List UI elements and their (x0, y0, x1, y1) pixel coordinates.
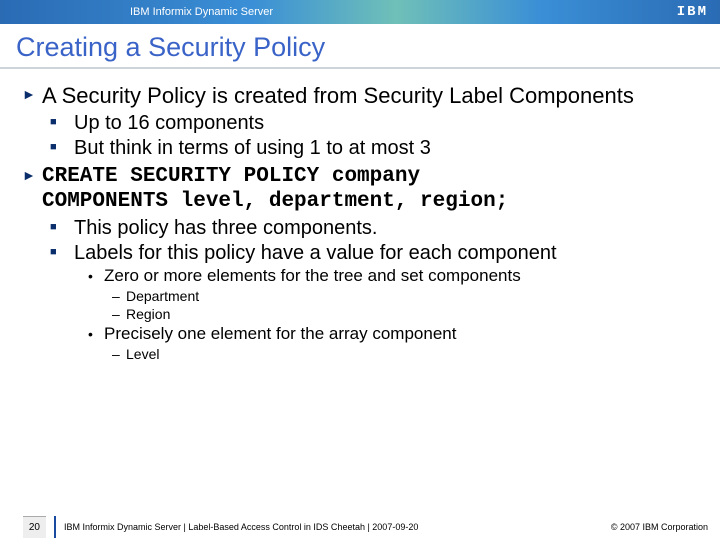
bullet-1-subs: ■ Up to 16 components ■ But think in ter… (50, 111, 698, 160)
dash-group-1: – Department – Region (112, 287, 698, 323)
product-name: IBM Informix Dynamic Server (130, 6, 273, 18)
sub-4: ■ Labels for this policy have a value fo… (50, 241, 698, 265)
bullet-2-code: CREATE SECURITY POLICY company COMPONENT… (42, 164, 508, 214)
square-icon: ■ (50, 216, 74, 240)
square-icon: ■ (50, 241, 74, 265)
bullet-icon: • (88, 324, 104, 344)
sub-4-text: Labels for this policy have a value for … (74, 241, 557, 265)
footer-divider (54, 516, 56, 538)
footer-copyright: © 2007 IBM Corporation (611, 522, 720, 532)
dash-2: – Region (112, 305, 698, 323)
page-title: Creating a Security Policy (16, 32, 704, 63)
square-icon: ■ (50, 136, 74, 160)
dash-icon: – (112, 305, 126, 323)
footer: 20 IBM Informix Dynamic Server | Label-B… (0, 514, 720, 540)
bullet-icon: • (88, 266, 104, 286)
sub-2: ■ But think in terms of using 1 to at mo… (50, 136, 698, 160)
dot-group-2: • Precisely one element for the array co… (88, 324, 698, 344)
dot-1: • Zero or more elements for the tree and… (88, 266, 698, 286)
dash-3: – Level (112, 345, 698, 363)
arrow-icon: ► (22, 164, 42, 214)
dash-group-2: – Level (112, 345, 698, 363)
dot-2: • Precisely one element for the array co… (88, 324, 698, 344)
sub-3: ■ This policy has three components. (50, 216, 698, 240)
ibm-logo: IBM (677, 4, 708, 20)
dash-1-text: Department (126, 287, 199, 305)
dash-icon: – (112, 287, 126, 305)
dot-2-text: Precisely one element for the array comp… (104, 324, 456, 344)
arrow-icon: ► (22, 83, 42, 109)
sub-1: ■ Up to 16 components (50, 111, 698, 135)
dash-icon: – (112, 345, 126, 363)
top-bar: IBM Informix Dynamic Server IBM (0, 0, 720, 24)
slide-number: 20 (23, 516, 46, 538)
code-line-2: COMPONENTS level, department, region; (42, 189, 508, 214)
content-area: ► A Security Policy is created from Secu… (0, 69, 720, 514)
footer-left: 20 (0, 516, 52, 538)
bullet-1: ► A Security Policy is created from Secu… (22, 83, 698, 109)
dash-3-text: Level (126, 345, 159, 363)
sub-2-text: But think in terms of using 1 to at most… (74, 136, 431, 160)
footer-mid: IBM Informix Dynamic Server | Label-Base… (64, 522, 611, 532)
sub-1-text: Up to 16 components (74, 111, 264, 135)
title-bar: Creating a Security Policy (0, 24, 720, 69)
code-line-1: CREATE SECURITY POLICY company (42, 164, 508, 189)
dash-2-text: Region (126, 305, 170, 323)
slide: IBM Informix Dynamic Server IBM Creating… (0, 0, 720, 540)
square-icon: ■ (50, 111, 74, 135)
bullet-2-subs: ■ This policy has three components. ■ La… (50, 216, 698, 265)
bullet-1-text: A Security Policy is created from Securi… (42, 83, 634, 109)
dot-group-1: • Zero or more elements for the tree and… (88, 266, 698, 286)
dash-1: – Department (112, 287, 698, 305)
sub-3-text: This policy has three components. (74, 216, 378, 240)
dot-1-text: Zero or more elements for the tree and s… (104, 266, 521, 286)
bullet-2: ► CREATE SECURITY POLICY company COMPONE… (22, 164, 698, 214)
